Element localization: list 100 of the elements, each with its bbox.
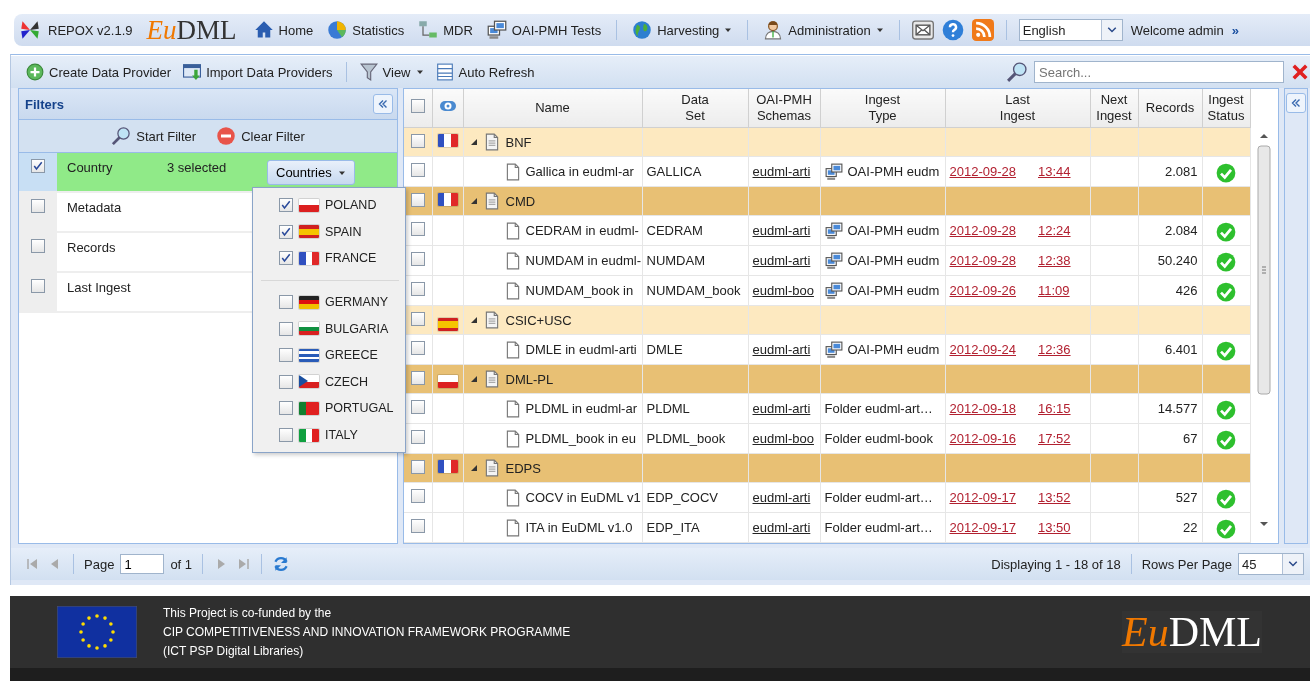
date-link[interactable]: 2012-09-17 <box>949 490 1016 505</box>
schema-link[interactable]: eudml-arti <box>752 223 811 238</box>
checkbox[interactable] <box>279 295 293 310</box>
time-link[interactable]: 12:24 <box>1038 223 1071 238</box>
checkbox[interactable] <box>410 99 425 113</box>
checkbox[interactable] <box>410 519 425 533</box>
page-field[interactable]: 1 <box>120 554 165 574</box>
nav-button[interactable]: Statistics <box>324 18 408 42</box>
search-field[interactable]: Search... <box>1034 61 1284 83</box>
help-icon[interactable] <box>941 19 964 41</box>
date-link[interactable]: 2012-09-28 <box>949 223 1016 238</box>
checkbox[interactable] <box>31 199 45 213</box>
checkbox[interactable] <box>31 159 45 173</box>
group-row[interactable]: CMD <box>404 186 1250 216</box>
more-link[interactable]: » <box>1231 22 1239 38</box>
expand-triangle-icon[interactable] <box>469 375 478 383</box>
schema-link[interactable]: eudml-boo <box>752 283 814 298</box>
countries-button[interactable]: Countries <box>267 160 355 185</box>
provider-name: CSIC+USC <box>505 312 572 328</box>
schema-link[interactable]: eudml-arti <box>752 490 811 505</box>
checkbox[interactable] <box>279 251 293 266</box>
group-row[interactable]: BNF <box>404 128 1250 157</box>
rows-per-page-select[interactable]: 45 <box>1238 553 1304 575</box>
group-row[interactable]: DML-PL <box>404 364 1250 394</box>
checkbox[interactable] <box>410 252 425 266</box>
check-circle-icon <box>1216 489 1236 509</box>
toolbar-button[interactable]: Create Data Provider <box>23 61 175 83</box>
checkbox[interactable] <box>410 341 425 355</box>
checkbox[interactable] <box>410 282 425 296</box>
nav-button[interactable]: MDR <box>415 18 476 42</box>
checkbox[interactable] <box>410 489 425 503</box>
toolbar-button[interactable]: Import Data Providers <box>180 61 336 83</box>
checkbox[interactable] <box>410 430 425 444</box>
date-link[interactable]: 2012-09-26 <box>949 283 1016 298</box>
date-link[interactable]: 2012-09-24 <box>949 342 1016 357</box>
checkbox[interactable] <box>279 321 293 336</box>
mail-icon[interactable] <box>911 19 934 41</box>
checkbox[interactable] <box>410 163 425 177</box>
checkbox[interactable] <box>410 370 425 385</box>
schema-link[interactable]: eudml-arti <box>752 253 811 268</box>
group-row[interactable]: CSIC+USC <box>404 305 1250 335</box>
table-cell: OAI-PMH eudm <box>847 223 940 238</box>
toolbar-button[interactable]: Auto Refresh <box>432 61 538 83</box>
schema-link[interactable]: eudml-boo <box>752 431 814 446</box>
filter-label: Metadata <box>66 199 123 217</box>
expand-triangle-icon[interactable] <box>469 197 478 205</box>
time-link[interactable]: 16:15 <box>1038 401 1071 416</box>
expand-triangle-icon[interactable] <box>469 316 478 324</box>
close-icon[interactable] <box>1290 62 1310 82</box>
checkbox[interactable] <box>410 400 425 414</box>
checkbox[interactable] <box>31 239 45 253</box>
time-link[interactable]: 13:50 <box>1038 520 1071 535</box>
filter-row[interactable]: Country 3 selected Countries <box>19 153 397 193</box>
checkbox[interactable] <box>410 311 425 326</box>
checkbox[interactable] <box>279 374 293 389</box>
checkbox[interactable] <box>279 401 293 416</box>
checkbox[interactable] <box>279 198 293 213</box>
time-link[interactable]: 13:44 <box>1038 164 1071 179</box>
menu-item[interactable]: GREECE <box>253 341 405 369</box>
nav-button[interactable]: OAI-PMH Tests <box>483 18 605 42</box>
checkbox[interactable] <box>279 428 293 443</box>
collapse-button[interactable] <box>373 94 393 114</box>
date-link[interactable]: 2012-09-16 <box>949 431 1016 446</box>
date-link[interactable]: 2012-09-18 <box>949 401 1016 416</box>
nav-button[interactable]: Administration <box>760 18 887 42</box>
schema-link[interactable]: eudml-arti <box>752 520 811 535</box>
time-link[interactable]: 17:52 <box>1038 431 1071 446</box>
date-link[interactable]: 2012-09-28 <box>949 253 1016 268</box>
expand-button[interactable] <box>1286 93 1306 113</box>
language-select[interactable]: English <box>1018 19 1123 41</box>
date-link[interactable]: 2012-09-17 <box>949 520 1016 535</box>
time-link[interactable]: 13:52 <box>1038 490 1071 505</box>
checkbox[interactable] <box>410 133 425 148</box>
expand-triangle-icon[interactable] <box>469 464 478 472</box>
checkbox[interactable] <box>279 348 293 363</box>
checkbox[interactable] <box>410 222 425 236</box>
time-link[interactable]: 12:38 <box>1038 253 1071 268</box>
menu-item[interactable]: PORTUGAL <box>253 395 405 422</box>
time-link[interactable]: 12:36 <box>1038 342 1071 357</box>
menu-item[interactable]: CZECH <box>253 368 405 396</box>
menu-item[interactable]: BULGARIA <box>253 315 405 342</box>
schema-link[interactable]: eudml-arti <box>752 164 811 179</box>
toolbar-button[interactable]: View <box>356 61 427 83</box>
checkbox[interactable] <box>31 279 45 293</box>
filter-button[interactable]: Start Filter <box>108 124 200 148</box>
nav-button[interactable]: Home <box>250 18 317 42</box>
search-icon[interactable] <box>1006 61 1028 83</box>
checkbox[interactable] <box>410 192 425 207</box>
rss-icon[interactable] <box>971 19 994 41</box>
filter-button[interactable]: Clear Filter <box>213 124 308 148</box>
group-row[interactable]: EDPS <box>404 453 1250 483</box>
checkbox[interactable] <box>410 459 425 474</box>
nav-button[interactable]: Harvesting <box>629 18 736 42</box>
date-link[interactable]: 2012-09-28 <box>949 164 1016 179</box>
schema-link[interactable]: eudml-arti <box>752 342 811 357</box>
schema-link[interactable]: eudml-arti <box>752 401 811 416</box>
checkbox[interactable] <box>279 224 293 239</box>
time-link[interactable]: 11:09 <box>1038 283 1070 298</box>
expand-triangle-icon[interactable] <box>469 138 478 146</box>
menu-item[interactable]: ITALY <box>253 421 405 449</box>
